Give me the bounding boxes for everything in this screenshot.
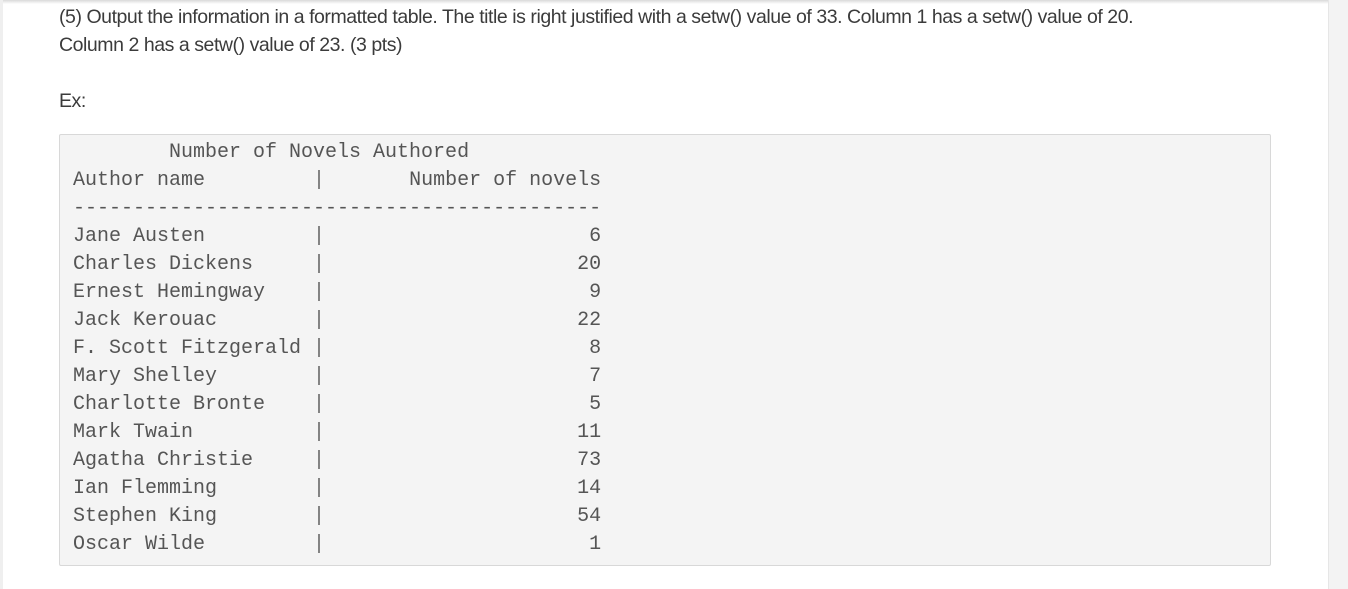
table-title-text: Number of Novels Authored: [73, 141, 470, 164]
example-output-box: Number of Novels Authored Author name | N…: [59, 134, 1271, 566]
novel-count: 8: [325, 337, 602, 360]
example-label: Ex:: [59, 90, 86, 112]
column-separator: |: [313, 477, 326, 500]
table-row: Ernest Hemingway | 9: [73, 279, 601, 307]
table-header: Author name | Number of novels: [73, 167, 601, 195]
author-name: Jack Kerouac: [73, 309, 314, 332]
table-row: Oscar Wilde | 1: [73, 531, 601, 559]
column-separator: |: [313, 533, 326, 556]
question-text: (5) Output the information in a formatte…: [59, 3, 1279, 59]
header-separator: |: [313, 169, 326, 192]
question-line-1: (5) Output the information in a formatte…: [59, 6, 1134, 28]
author-name: Jane Austen: [73, 225, 314, 248]
novel-count: 54: [325, 505, 602, 528]
column-separator: |: [313, 421, 326, 444]
table-title: Number of Novels Authored: [73, 139, 601, 167]
column-separator: |: [313, 225, 326, 248]
author-name: Ian Flemming: [73, 477, 314, 500]
column-separator: |: [313, 337, 326, 360]
novel-count: 7: [325, 365, 602, 388]
author-name: Ernest Hemingway: [73, 281, 314, 304]
table-row: Mary Shelley | 7: [73, 363, 601, 391]
left-edge: [0, 0, 3, 589]
example-output-code: Number of Novels Authored Author name | N…: [73, 139, 601, 559]
table-row: Mark Twain | 11: [73, 419, 601, 447]
table-row: Stephen King | 54: [73, 503, 601, 531]
column-separator: |: [313, 393, 326, 416]
novel-count: 73: [325, 449, 602, 472]
table-row: Jane Austen | 6: [73, 223, 601, 251]
column-separator: |: [313, 365, 326, 388]
question-line-2: Column 2 has a setw() value of 23. (3 pt…: [59, 34, 403, 56]
author-name: Agatha Christie: [73, 449, 314, 472]
novel-count: 11: [325, 421, 602, 444]
table-row: Jack Kerouac | 22: [73, 307, 601, 335]
author-name: Stephen King: [73, 505, 314, 528]
scrollbar-track[interactable]: [1328, 0, 1348, 589]
column-separator: |: [313, 309, 326, 332]
author-name: Mary Shelley: [73, 365, 314, 388]
novel-count: 20: [325, 253, 602, 276]
author-name: F. Scott Fitzgerald: [73, 337, 314, 360]
author-name: Mark Twain: [73, 421, 314, 444]
novel-count: 22: [325, 309, 602, 332]
novel-count: 5: [325, 393, 602, 416]
column-separator: |: [313, 449, 326, 472]
author-name: Oscar Wilde: [73, 533, 314, 556]
table-row: Agatha Christie | 73: [73, 447, 601, 475]
header-author-name: Author name: [73, 169, 314, 192]
header-number-of-novels: Number of novels: [325, 169, 602, 192]
novel-count: 9: [325, 281, 602, 304]
column-separator: |: [313, 505, 326, 528]
novel-count: 14: [325, 477, 602, 500]
table-divider: ----------------------------------------…: [73, 197, 602, 220]
table-row: Charles Dickens | 20: [73, 251, 601, 279]
author-name: Charles Dickens: [73, 253, 314, 276]
novel-count: 1: [325, 533, 602, 556]
table-row: Ian Flemming | 14: [73, 475, 601, 503]
table-row: F. Scott Fitzgerald | 8: [73, 335, 601, 363]
table-row: Charlotte Bronte | 5: [73, 391, 601, 419]
novel-count: 6: [325, 225, 602, 248]
author-name: Charlotte Bronte: [73, 393, 314, 416]
column-separator: |: [313, 281, 326, 304]
column-separator: |: [313, 253, 326, 276]
